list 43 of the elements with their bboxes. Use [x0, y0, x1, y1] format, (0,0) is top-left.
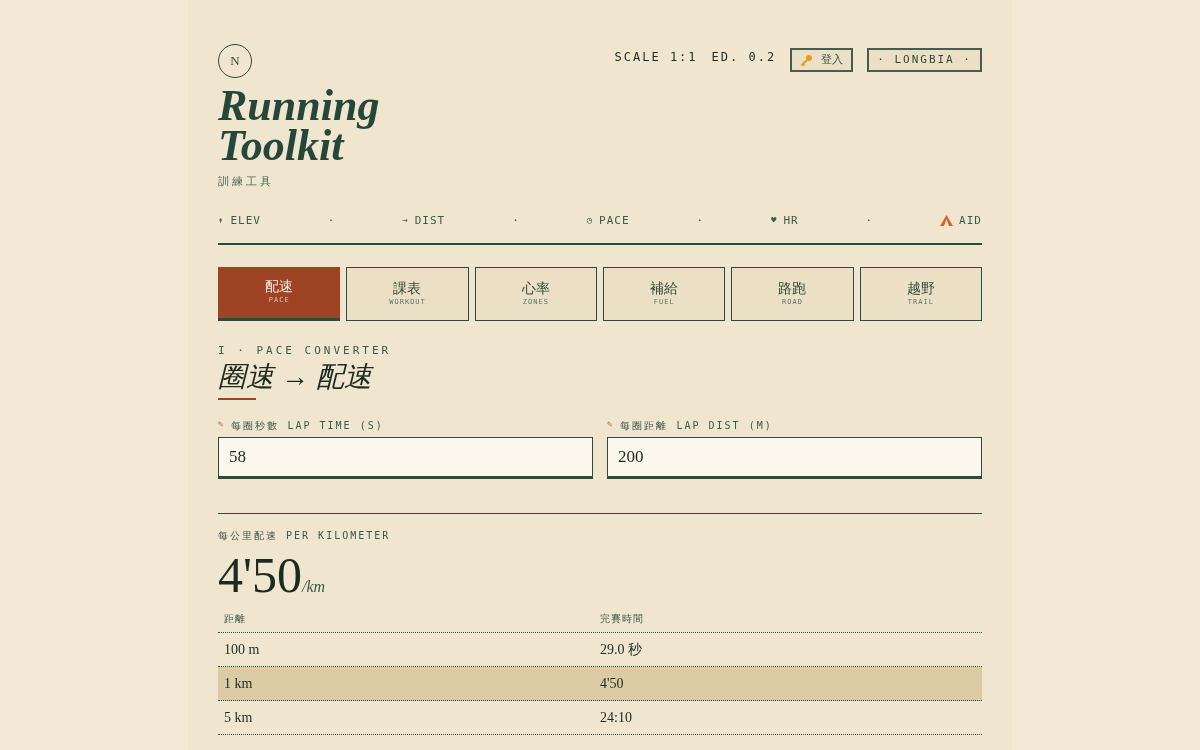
- pencil-icon: ✎: [607, 418, 615, 432]
- pace-value: 4'50: [218, 548, 302, 601]
- field-label: 每圈距離 LAP DIST (M): [620, 418, 773, 433]
- result-label: 每公里配速 PER KILOMETER: [218, 528, 392, 543]
- user-button[interactable]: · LONGBIA ·: [867, 48, 982, 72]
- nav-separator: ·: [327, 212, 336, 229]
- scale-label: SCALE 1:1: [614, 49, 698, 66]
- nav-link[interactable]: AID: [940, 212, 982, 229]
- login-button[interactable]: 登入: [790, 48, 854, 72]
- table-cell-text: 100 m: [224, 640, 261, 659]
- table-cell-text: 29.0 秒: [600, 640, 643, 659]
- column-header: 距離: [224, 611, 247, 626]
- app-title: Running Toolkit: [218, 86, 380, 166]
- section-title: 圈速 → 配速: [218, 359, 375, 394]
- nav-glyph-icon: ↟: [218, 214, 225, 228]
- field-label: 每圈秒數 LAP TIME (S): [231, 418, 384, 433]
- nav-link[interactable]: ◷ PACE: [586, 212, 630, 229]
- nav-glyph-icon: ◷: [586, 214, 594, 228]
- nav-separator: ·: [696, 212, 705, 229]
- app-subtitle: 訓練工具: [218, 174, 275, 190]
- table-row[interactable]: 100 m 29.0 秒: [218, 632, 982, 667]
- table-cell-text: 24:10: [600, 708, 633, 727]
- input-field[interactable]: 58: [218, 436, 593, 479]
- nav-link[interactable]: → DIST: [402, 212, 446, 229]
- nav-separator: ·: [512, 212, 520, 229]
- key-icon: [800, 53, 814, 67]
- table-cell-text: 1 km: [224, 674, 254, 693]
- tent-icon: [940, 215, 954, 227]
- section-eyebrow: I · PACE CONVERTER: [218, 343, 393, 359]
- table-cell-text: 4'50: [600, 674, 625, 693]
- nav-separator: ·: [865, 212, 874, 229]
- nav-glyph-icon: →: [402, 214, 409, 228]
- table-cell-text: 5 km: [224, 708, 254, 727]
- table-row[interactable]: 1 km 4'50: [218, 666, 982, 701]
- pace-unit: /km: [302, 576, 326, 597]
- edition-label: ED. 0.2: [711, 49, 777, 66]
- column-header: 完賽時間: [600, 611, 645, 626]
- input-field[interactable]: 200: [607, 436, 982, 479]
- nav-link[interactable]: ♥ HR: [771, 212, 799, 229]
- nav-link[interactable]: ↟ ELEV: [218, 212, 261, 229]
- nav-glyph-icon: ♥: [771, 214, 778, 228]
- table-row[interactable]: 5 km 24:10: [218, 700, 982, 735]
- pencil-icon: ✎: [218, 418, 226, 432]
